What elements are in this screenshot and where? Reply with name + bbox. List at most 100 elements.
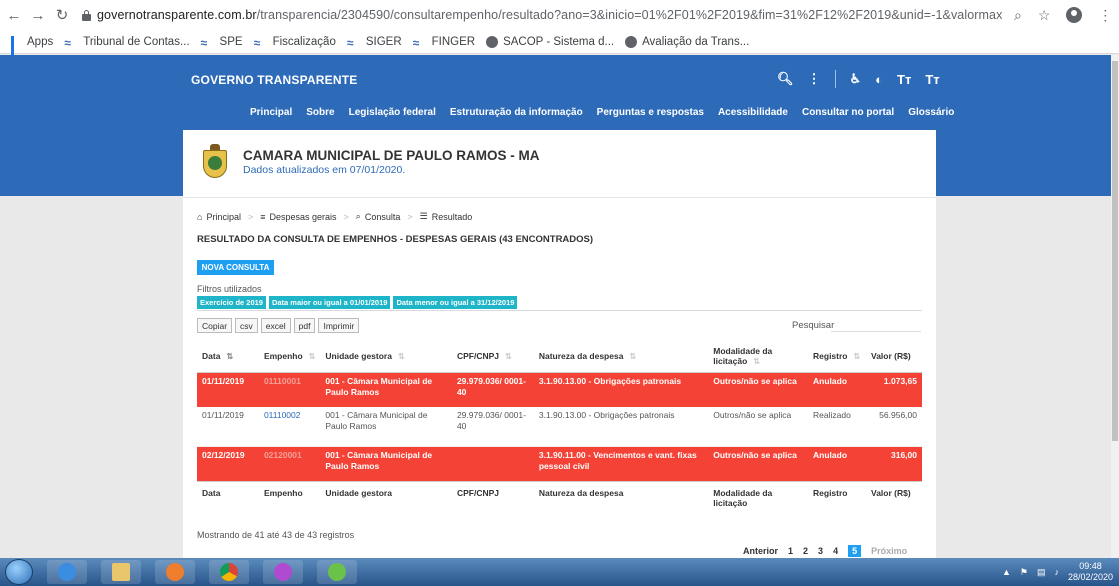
nav-consultar[interactable]: Consultar no portal xyxy=(802,107,894,118)
empenho-link[interactable]: 01110001 xyxy=(258,372,321,407)
address-bar[interactable]: governotransparente.com.br/transparencia… xyxy=(97,8,1002,22)
flag-icon[interactable]: ⚑ xyxy=(1020,567,1028,578)
taskbar-ie-icon[interactable] xyxy=(47,560,87,584)
bookmark-logo-icon: ≈ xyxy=(64,35,71,50)
nav-principal[interactable]: Principal xyxy=(250,107,292,118)
bookmark-tribunal[interactable]: ≈ Tribunal de Contas... xyxy=(64,35,189,50)
column-header-unidade[interactable]: Unidade gestora ⇅ xyxy=(320,340,452,373)
footer-cpf: CPF/CNPJ xyxy=(451,480,534,511)
csv-button[interactable]: csv xyxy=(235,318,258,333)
font-increase-icon[interactable]: Tт xyxy=(897,72,911,87)
start-button-icon[interactable] xyxy=(5,559,33,585)
lock-icon[interactable] xyxy=(82,9,91,21)
browser-toolbar: ← → ↻ governotransparente.com.br/transpa… xyxy=(0,0,1119,30)
taskbar-chrome-icon[interactable] xyxy=(209,560,249,584)
search-input[interactable] xyxy=(831,316,921,332)
nav-legislacao[interactable]: Legislação federal xyxy=(349,107,436,118)
empenho-link[interactable]: 01110002 xyxy=(258,407,321,447)
copy-button[interactable]: Copiar xyxy=(197,318,233,333)
site-brand[interactable]: GOVERNO TRANSPARENTE xyxy=(191,73,357,87)
empenho-link[interactable]: 02120001 xyxy=(258,446,321,481)
table-row[interactable]: 02/12/2019 02120001 001 - Câmara Municip… xyxy=(197,446,922,481)
bookmark-spe[interactable]: ≈ SPE xyxy=(201,36,243,50)
list-bullets-icon: ☰ xyxy=(419,211,428,221)
column-header-cpf[interactable]: CPF/CNPJ ⇅ xyxy=(451,340,534,373)
column-header-data[interactable]: Data ⇅ xyxy=(197,340,259,373)
pagination-previous[interactable]: Anterior xyxy=(743,546,778,556)
contrast-icon[interactable]: ◐ xyxy=(875,72,883,87)
font-decrease-icon[interactable]: Tт xyxy=(925,72,939,87)
pdf-button[interactable]: pdf xyxy=(293,318,316,333)
table-row[interactable]: 01/11/2019 01110002 001 - Câmara Municip… xyxy=(197,407,922,447)
clock[interactable]: 09:48 28/02/2020 xyxy=(1068,561,1113,583)
tray-expand-icon[interactable]: ▲ xyxy=(1002,567,1011,577)
nav-sobre[interactable]: Sobre xyxy=(306,107,334,118)
records-info: Mostrando de 41 até 43 de 43 registros xyxy=(197,530,355,540)
filter-chip: Exercício de 2019 xyxy=(197,296,266,309)
footer-empenho: Empenho xyxy=(258,480,321,511)
taskbar-paint-icon[interactable] xyxy=(317,560,357,584)
zoom-icon[interactable]: ⌕ xyxy=(1014,7,1022,24)
column-header-registro[interactable]: Registro ⇅ xyxy=(808,340,866,373)
bookmark-sacop[interactable]: SACOP - Sistema d... xyxy=(486,35,614,48)
bookmark-apps[interactable]: Apps xyxy=(11,36,53,63)
taskbar-tool-icon[interactable] xyxy=(263,560,303,584)
network-icon[interactable]: ▤ xyxy=(1037,567,1046,578)
print-button[interactable]: Imprimir xyxy=(318,318,360,333)
footer-registro: Registro xyxy=(808,480,866,511)
volume-icon[interactable]: ♪ xyxy=(1054,567,1059,577)
accessibility-icon[interactable]: ♿︎ xyxy=(850,71,862,87)
system-tray: ▲ ⚑ ▤ ♪ 09:48 28/02/2020 xyxy=(1002,561,1113,583)
search-icon[interactable]: 🔍︎ xyxy=(777,71,794,87)
breadcrumb-despesas[interactable]: Despesas gerais xyxy=(269,212,336,222)
pagination-page-2[interactable]: 2 xyxy=(803,546,808,556)
pagination-page-3[interactable]: 3 xyxy=(818,546,823,556)
cell-natureza: 3.1.90.13.00 - Obrigações patronais xyxy=(533,372,709,407)
new-query-button[interactable]: NOVA CONSULTA xyxy=(197,260,274,275)
table-footer-row: Data Empenho Unidade gestora CPF/CNPJ Na… xyxy=(197,480,922,511)
nav-glossario[interactable]: Glossário xyxy=(908,107,954,118)
table-row[interactable]: 01/11/2019 01110001 001 - Câmara Municip… xyxy=(197,372,922,407)
column-header-modalidade[interactable]: Modalidade da licitação ⇅ xyxy=(708,340,809,373)
back-arrow-icon[interactable]: ← xyxy=(4,7,24,24)
search-icon: ⌕ xyxy=(355,211,361,221)
pagination-page-1[interactable]: 1 xyxy=(788,546,793,556)
column-header-valor[interactable]: Valor (R$) xyxy=(866,340,922,373)
pagination-page-4[interactable]: 4 xyxy=(833,546,838,556)
breadcrumb-resultado: Resultado xyxy=(431,211,473,222)
excel-button[interactable]: excel xyxy=(260,318,291,333)
bookmarks-bar: Apps ≈ Tribunal de Contas... ≈ SPE ≈ Fiscal… xyxy=(0,30,1119,63)
column-header-empenho[interactable]: Empenho ⇅ xyxy=(258,340,321,373)
nav-estruturacao[interactable]: Estruturação da informação xyxy=(450,107,583,118)
taskbar-explorer-icon[interactable] xyxy=(101,560,141,584)
forward-arrow-icon[interactable]: → xyxy=(28,7,48,24)
reload-icon[interactable]: ↻ xyxy=(52,6,72,24)
nav-perguntas[interactable]: Perguntas e respostas xyxy=(597,107,704,118)
cell-modalidade: Outros/não se aplica xyxy=(708,372,809,407)
windows-taskbar: ▲ ⚑ ▤ ♪ 09:48 28/02/2020 xyxy=(0,558,1119,586)
scrollbar-thumb[interactable] xyxy=(1112,61,1118,441)
breadcrumb-consulta[interactable]: Consulta xyxy=(365,212,401,222)
cell-data: 02/12/2019 xyxy=(197,446,259,481)
bookmark-avaliacao[interactable]: Avaliação da Trans... xyxy=(625,35,749,48)
nav-acessibilidade[interactable]: Acessibilidade xyxy=(718,107,788,118)
main-content: CAMARA MUNICIPAL DE PAULO RAMOS - MA Dad… xyxy=(183,130,936,558)
vertical-scrollbar[interactable] xyxy=(1111,55,1119,558)
star-icon[interactable]: ☆ xyxy=(1038,7,1051,24)
column-header-natureza[interactable]: Natureza da despesa ⇅ xyxy=(533,340,709,373)
breadcrumb-principal[interactable]: Principal xyxy=(206,212,241,222)
bookmark-siger[interactable]: ≈ SIGER xyxy=(347,36,402,50)
bookmark-logo-icon: ≈ xyxy=(253,35,261,50)
profile-icon[interactable] xyxy=(1066,7,1083,23)
pagination-next[interactable]: Próximo xyxy=(871,546,907,556)
menu-kebab-icon[interactable]: ⋮ xyxy=(1098,7,1112,24)
apps-grid-icon xyxy=(11,36,22,63)
taskbar-media-icon[interactable] xyxy=(155,560,195,584)
coat-of-arms-icon xyxy=(200,144,230,180)
divider xyxy=(834,70,836,88)
bookmark-fiscalizacao[interactable]: ≈ Fiscalização xyxy=(253,35,336,50)
bookmark-finger[interactable]: ≈ FINGER xyxy=(413,36,475,50)
cell-natureza: 3.1.90.11.00 - Vencimentos e vant. fixas… xyxy=(533,446,709,481)
more-options-icon[interactable]: ⋮ xyxy=(808,71,821,87)
pagination-page-5[interactable]: 5 xyxy=(848,545,862,557)
